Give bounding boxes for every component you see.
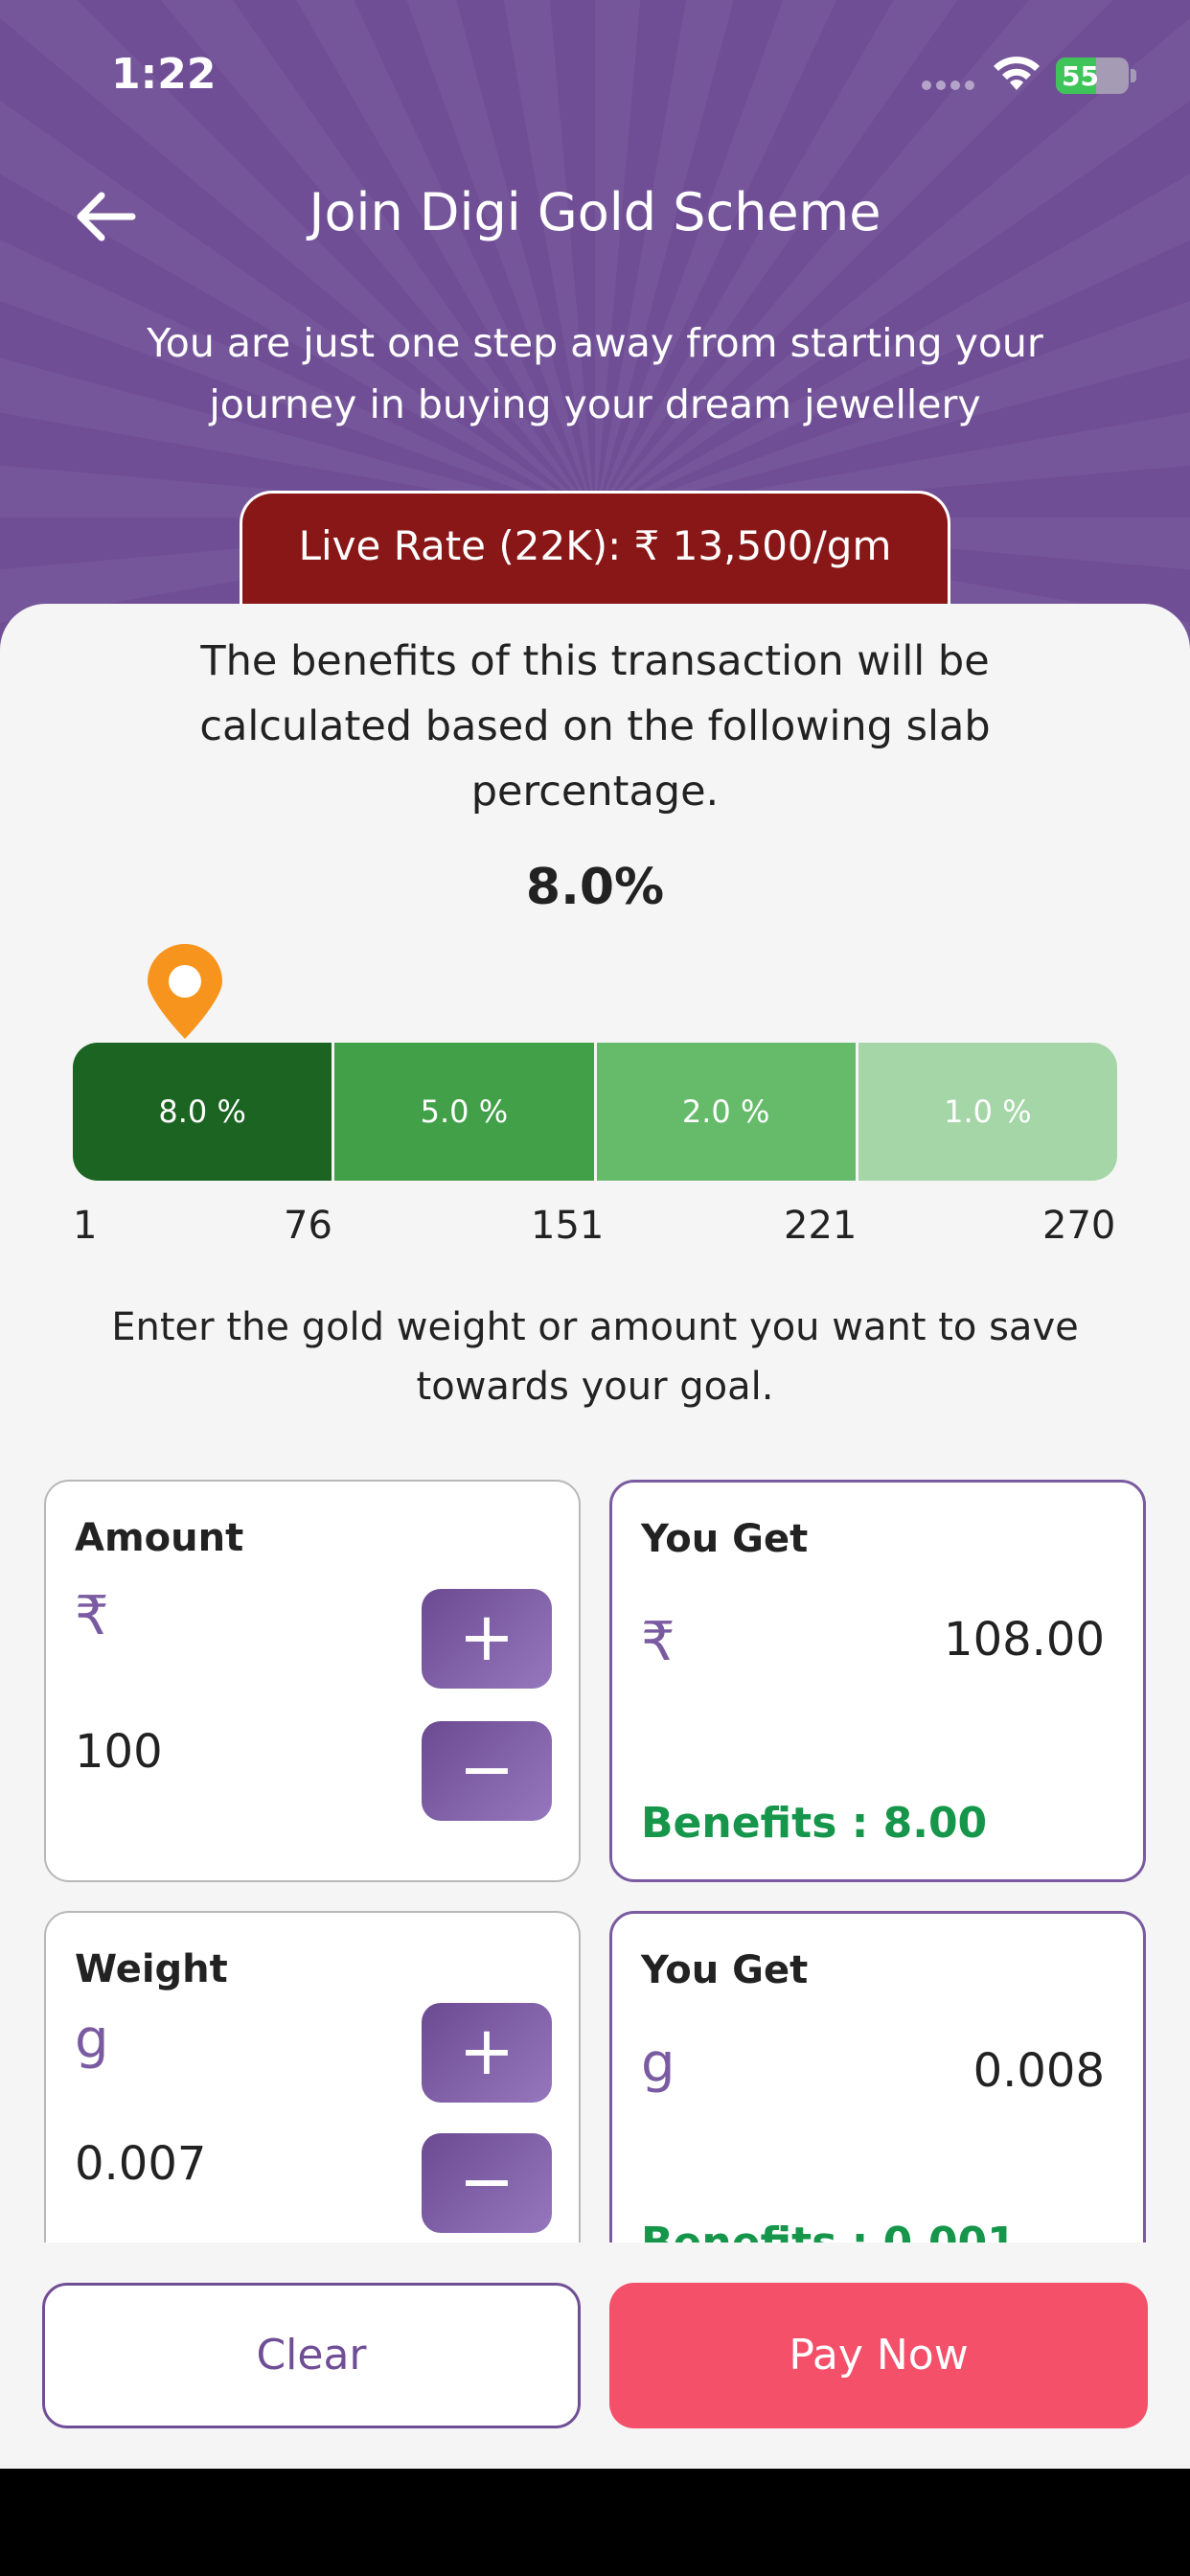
amount-increase-button[interactable]: + xyxy=(422,1589,552,1689)
weight-benefits: Benefits : 0.001 xyxy=(641,2219,1017,2242)
pay-now-button[interactable]: Pay Now xyxy=(609,2283,1148,2428)
page-title: Join Digi Gold Scheme xyxy=(309,182,881,242)
weight-decrease-button[interactable]: − xyxy=(422,2133,552,2233)
amount-field[interactable]: 100 xyxy=(75,1725,163,1779)
slab-tick-label: 151 xyxy=(531,1204,605,1248)
weight-result-value: 0.008 xyxy=(973,2044,1105,2098)
gram-unit: g xyxy=(641,2033,675,2095)
slab-segment-label: 2.0 % xyxy=(681,1093,770,1130)
wifi-icon xyxy=(994,57,1040,90)
cellular-signal-icon xyxy=(922,80,975,94)
back-arrow-icon[interactable] xyxy=(71,188,138,245)
clear-button[interactable]: Clear xyxy=(42,2283,581,2428)
scheme-card: The benefits of this transaction will be… xyxy=(0,604,1190,2242)
location-pin-icon[interactable] xyxy=(144,941,226,1041)
you-get-label: You Get xyxy=(641,1948,809,1992)
instruction-text: Enter the gold weight or amount you want… xyxy=(111,1305,1079,1409)
slab-bar[interactable]: 8.0 % 5.0 % 2.0 % 1.0 % xyxy=(73,1043,1117,1181)
gram-unit: g xyxy=(75,2009,109,2071)
slab-segment-label: 5.0 % xyxy=(420,1093,509,1130)
slab-tick-label: 221 xyxy=(784,1204,858,1248)
weight-increase-button[interactable]: + xyxy=(422,2003,552,2103)
amount-benefits: Benefits : 8.00 xyxy=(641,1799,988,1848)
weight-label: Weight xyxy=(75,1947,228,1991)
amount-decrease-button[interactable]: − xyxy=(422,1721,552,1821)
slab-segment[interactable]: 1.0 % xyxy=(858,1043,1117,1181)
rupee-symbol: ₹ xyxy=(75,1585,109,1647)
weight-field[interactable]: 0.007 xyxy=(75,2137,206,2191)
page-subtitle: You are just one step away from starting… xyxy=(147,320,1043,427)
amount-label: Amount xyxy=(75,1516,244,1560)
amount-result-value: 108.00 xyxy=(944,1613,1105,1667)
status-time: 1:22 xyxy=(111,50,217,99)
battery-tip xyxy=(1131,69,1136,82)
slab-segment[interactable]: 8.0 % xyxy=(73,1043,335,1181)
live-rate-badge: Live Rate (22K): ₹ 13,500/gm xyxy=(240,491,950,615)
amount-result-card: You Get ₹ 108.00 Benefits : 8.00 xyxy=(609,1480,1146,1882)
slab-segment-label: 8.0 % xyxy=(158,1093,246,1130)
rupee-symbol: ₹ xyxy=(641,1611,675,1673)
weight-input-card: Weight g 0.007 + − xyxy=(44,1911,581,2242)
slab-segment[interactable]: 2.0 % xyxy=(596,1043,858,1181)
amount-input-card: Amount ₹ 100 + − xyxy=(44,1480,581,1882)
battery-icon: 55 xyxy=(1056,58,1129,94)
weight-result-card: You Get g 0.008 Benefits : 0.001 xyxy=(609,1911,1146,2242)
slab-tick-label: 1 xyxy=(73,1204,98,1248)
slab-segment-label: 1.0 % xyxy=(944,1093,1032,1130)
slab-description: The benefits of this transaction will be… xyxy=(199,637,991,816)
header: 1:22 55 Join Digi Gold Scheme You are ju… xyxy=(0,0,1190,671)
you-get-label: You Get xyxy=(641,1517,809,1561)
battery-level: 55 xyxy=(1062,60,1099,92)
bottom-action-bar: Clear Pay Now xyxy=(0,2242,1190,2469)
slab-tick-label: 76 xyxy=(284,1204,332,1248)
slab-tick-label: 270 xyxy=(1042,1204,1116,1248)
selected-slab-percentage: 8.0% xyxy=(525,859,665,916)
slab-segment[interactable]: 5.0 % xyxy=(334,1043,597,1181)
